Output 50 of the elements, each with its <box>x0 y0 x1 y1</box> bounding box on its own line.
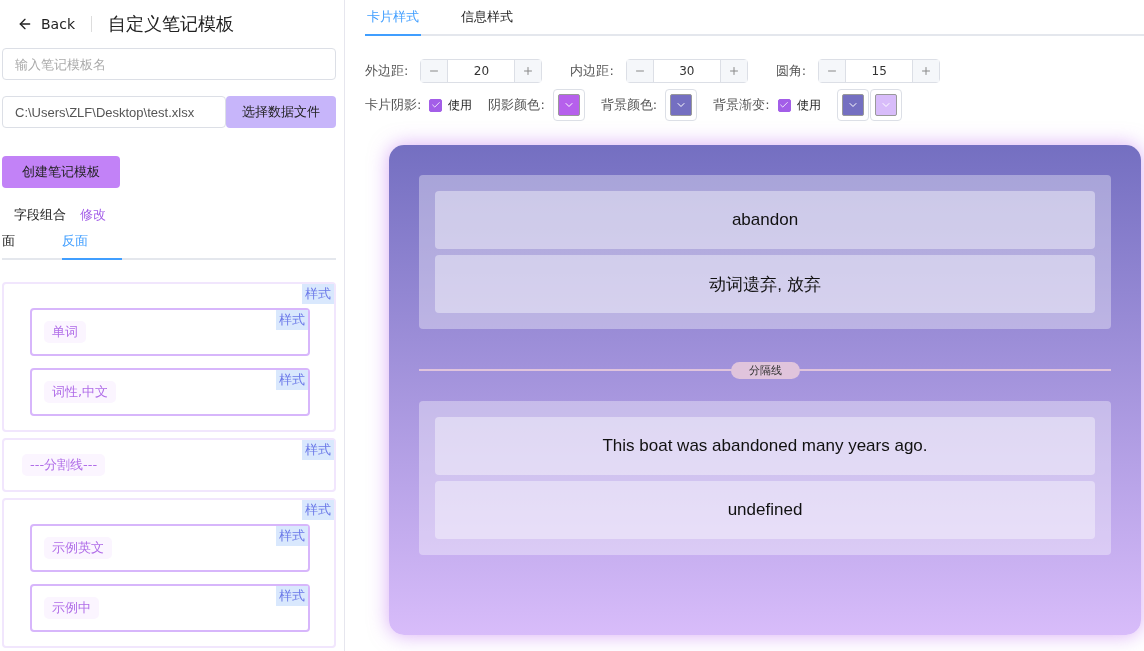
checkbox[interactable] <box>429 98 443 112</box>
setting-label: 外边距: <box>365 62 409 80</box>
choose-file-button[interactable]: 选择数据文件 <box>226 96 336 128</box>
back-button[interactable]: Back <box>17 16 75 32</box>
plus-icon[interactable] <box>515 60 542 82</box>
minus-icon[interactable] <box>626 60 653 82</box>
minus-icon[interactable] <box>421 60 448 82</box>
setting-label: 阴影颜色: <box>488 96 545 114</box>
field-value: abandon <box>435 191 1095 249</box>
plus-icon[interactable] <box>913 60 940 82</box>
checkmark-icon <box>779 100 790 110</box>
field-value: undefined <box>435 481 1095 539</box>
setting-label: 圆角: <box>775 62 807 80</box>
setting-label: 内边距: <box>570 62 614 80</box>
template-name-input[interactable]: 输入笔记模板名 <box>2 48 336 80</box>
edit-link[interactable]: 修改 <box>80 206 106 224</box>
style-tag[interactable]: 样式 <box>276 370 308 390</box>
style-tag[interactable]: 样式 <box>302 440 334 460</box>
style-tag[interactable]: 样式 <box>302 284 334 304</box>
style-tag[interactable]: 样式 <box>276 310 308 330</box>
setting-label: 卡片阴影: <box>365 96 422 114</box>
field-value: This boat was abandoned many years ago. <box>435 417 1095 475</box>
checkmark-icon <box>430 100 441 110</box>
stepper-value: 30 <box>652 60 721 82</box>
field-chip: 词性,中文 <box>44 381 117 403</box>
page-title: 自定义笔记模板 <box>108 12 234 36</box>
fields-label: 字段组合 <box>14 206 66 224</box>
field-chip: 示例英文 <box>44 537 112 559</box>
number-stepper[interactable]: 20 <box>420 59 543 83</box>
shadow-checkbox[interactable]: 使用 <box>429 96 473 114</box>
setting-label: 背景颜色: <box>600 96 658 114</box>
number-stepper[interactable]: 30 <box>625 59 748 83</box>
style-tag[interactable]: 样式 <box>276 526 308 546</box>
divider-label: 分隔线 <box>730 361 800 379</box>
field-value: 动词遗弃, 放弃 <box>435 255 1095 313</box>
gradient-checkbox[interactable]: 使用 <box>777 96 821 114</box>
style-tab[interactable]: 信息样式 <box>461 0 541 36</box>
field-chip: 示例中 <box>44 597 99 619</box>
number-stepper[interactable]: 15 <box>818 59 941 83</box>
checkbox[interactable] <box>777 98 791 112</box>
minus-icon[interactable] <box>819 60 846 82</box>
setting-label: 背景渐变: <box>713 96 770 114</box>
file-path-input[interactable]: C:\Users\ZLF\Desktop\test.xlsx <box>2 96 226 128</box>
field-chip: 单词 <box>44 321 86 343</box>
style-tag[interactable]: 样式 <box>302 500 334 520</box>
plus-icon[interactable] <box>720 60 747 82</box>
divider-chip: ---分割线--- <box>22 454 106 476</box>
side-tab[interactable]: 面 <box>2 224 62 260</box>
style-tag[interactable]: 样式 <box>276 586 308 606</box>
create-template-button[interactable]: 创建笔记模板 <box>2 156 120 188</box>
